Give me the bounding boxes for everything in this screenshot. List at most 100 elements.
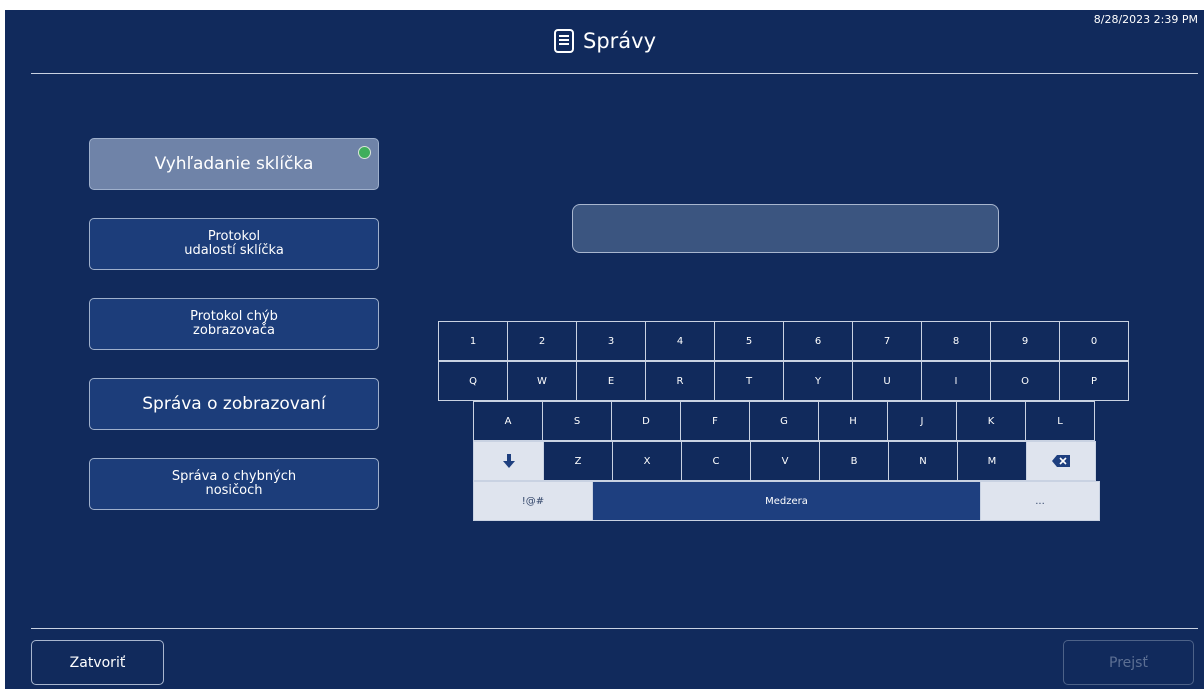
space-key-label: Medzera — [765, 495, 808, 507]
key-label: C — [712, 455, 720, 467]
key-p[interactable]: P — [1059, 361, 1129, 401]
key-label: N — [919, 455, 927, 467]
key-d[interactable]: D — [611, 401, 681, 441]
go-button[interactable]: Prejsť — [1063, 640, 1194, 685]
key-label: I — [954, 375, 958, 387]
backspace-key[interactable] — [1026, 441, 1096, 481]
key-label: 6 — [814, 335, 822, 347]
key-l[interactable]: L — [1025, 401, 1095, 441]
keyboard-row-bottom: !@# Medzera ... — [473, 481, 1100, 521]
search-input[interactable] — [572, 204, 999, 253]
key-6[interactable]: 6 — [783, 321, 853, 361]
key-label: S — [573, 415, 581, 427]
screen: 8/28/2023 2:39 PM Správy Vyhľadanie sklí… — [5, 10, 1204, 689]
menu-button-slide-search[interactable]: Vyhľadanie sklíčka — [89, 138, 379, 190]
key-label: G — [780, 415, 788, 427]
page-header: Správy — [5, 28, 1204, 54]
key-label: 7 — [883, 335, 891, 347]
keyboard-row-zxcv: ZXCVBNM — [473, 441, 1096, 481]
space-key[interactable]: Medzera — [592, 481, 981, 521]
key-7[interactable]: 7 — [852, 321, 922, 361]
keyboard-row-numbers: 1 2 3 4 5 6 7 8 9 0 — [438, 321, 1129, 361]
key-label: Y — [814, 375, 822, 387]
key-s[interactable]: S — [542, 401, 612, 441]
menu-button-label: Protokol udalostí sklíčka — [184, 229, 284, 258]
key-y[interactable]: Y — [783, 361, 853, 401]
key-label: U — [883, 375, 891, 387]
key-label: B — [850, 455, 858, 467]
shift-key[interactable] — [473, 441, 544, 481]
key-v[interactable]: V — [750, 441, 820, 481]
menu-button-label: Vyhľadanie sklíčka — [154, 154, 314, 174]
key-q[interactable]: Q — [438, 361, 508, 401]
key-i[interactable]: I — [921, 361, 991, 401]
key-label: 4 — [676, 335, 684, 347]
key-4[interactable]: 4 — [645, 321, 715, 361]
key-label: F — [712, 415, 718, 427]
key-label: L — [1057, 415, 1063, 427]
key-n[interactable]: N — [888, 441, 958, 481]
key-8[interactable]: 8 — [921, 321, 991, 361]
key-label: 8 — [952, 335, 960, 347]
key-u[interactable]: U — [852, 361, 922, 401]
key-label: W — [537, 375, 547, 387]
key-9[interactable]: 9 — [990, 321, 1060, 361]
key-label: D — [642, 415, 650, 427]
page-title: Správy — [582, 29, 657, 53]
keyboard-row-asdf: ASDFGHJKL — [473, 401, 1095, 441]
more-key-label: ... — [1035, 495, 1045, 507]
key-k[interactable]: K — [956, 401, 1026, 441]
key-label: 9 — [1021, 335, 1029, 347]
key-label: T — [745, 375, 753, 387]
key-e[interactable]: E — [576, 361, 646, 401]
menu-button-label: Protokol chýb zobrazovača — [190, 309, 278, 338]
arrow-down-icon — [502, 454, 515, 468]
key-h[interactable]: H — [818, 401, 888, 441]
key-3[interactable]: 3 — [576, 321, 646, 361]
key-b[interactable]: B — [819, 441, 889, 481]
key-x[interactable]: X — [612, 441, 682, 481]
menu-button-imager-error-log[interactable]: Protokol chýb zobrazovača — [89, 298, 379, 350]
key-label: J — [920, 415, 924, 427]
key-label: P — [1090, 375, 1098, 387]
key-5[interactable]: 5 — [714, 321, 784, 361]
key-t[interactable]: T — [714, 361, 784, 401]
more-key[interactable]: ... — [980, 481, 1100, 521]
key-label: Z — [574, 455, 582, 467]
key-w[interactable]: W — [507, 361, 577, 401]
key-label: 5 — [745, 335, 753, 347]
header-divider — [31, 73, 1198, 74]
key-0[interactable]: 0 — [1059, 321, 1129, 361]
key-label: 2 — [538, 335, 546, 347]
menu-button-failed-carriers-report[interactable]: Správa o chybných nosičoch — [89, 458, 379, 510]
key-1[interactable]: 1 — [438, 321, 508, 361]
close-button-label: Zatvoriť — [69, 654, 126, 671]
menu-button-slide-event-log[interactable]: Protokol udalostí sklíčka — [89, 218, 379, 270]
close-button[interactable]: Zatvoriť — [31, 640, 164, 685]
key-label: V — [781, 455, 789, 467]
key-r[interactable]: R — [645, 361, 715, 401]
key-o[interactable]: O — [990, 361, 1060, 401]
key-c[interactable]: C — [681, 441, 751, 481]
footer-divider — [31, 628, 1198, 629]
key-label: 1 — [469, 335, 477, 347]
timestamp: 8/28/2023 2:39 PM — [1093, 13, 1198, 26]
key-m[interactable]: M — [957, 441, 1027, 481]
key-g[interactable]: G — [749, 401, 819, 441]
menu-button-imaging-report[interactable]: Správa o zobrazovaní — [89, 378, 379, 430]
key-label: O — [1021, 375, 1029, 387]
key-2[interactable]: 2 — [507, 321, 577, 361]
key-label: 0 — [1090, 335, 1098, 347]
key-label: 3 — [607, 335, 615, 347]
key-label: Q — [469, 375, 477, 387]
menu-button-label: Správa o zobrazovaní — [142, 394, 326, 414]
key-z[interactable]: Z — [543, 441, 613, 481]
key-a[interactable]: A — [473, 401, 543, 441]
key-label: E — [607, 375, 615, 387]
symbols-key-label: !@# — [521, 495, 545, 507]
status-indicator — [358, 146, 371, 159]
key-f[interactable]: F — [680, 401, 750, 441]
key-j[interactable]: J — [887, 401, 957, 441]
menu-button-label: Správa o chybných nosičoch — [171, 469, 297, 498]
symbols-key[interactable]: !@# — [473, 481, 593, 521]
